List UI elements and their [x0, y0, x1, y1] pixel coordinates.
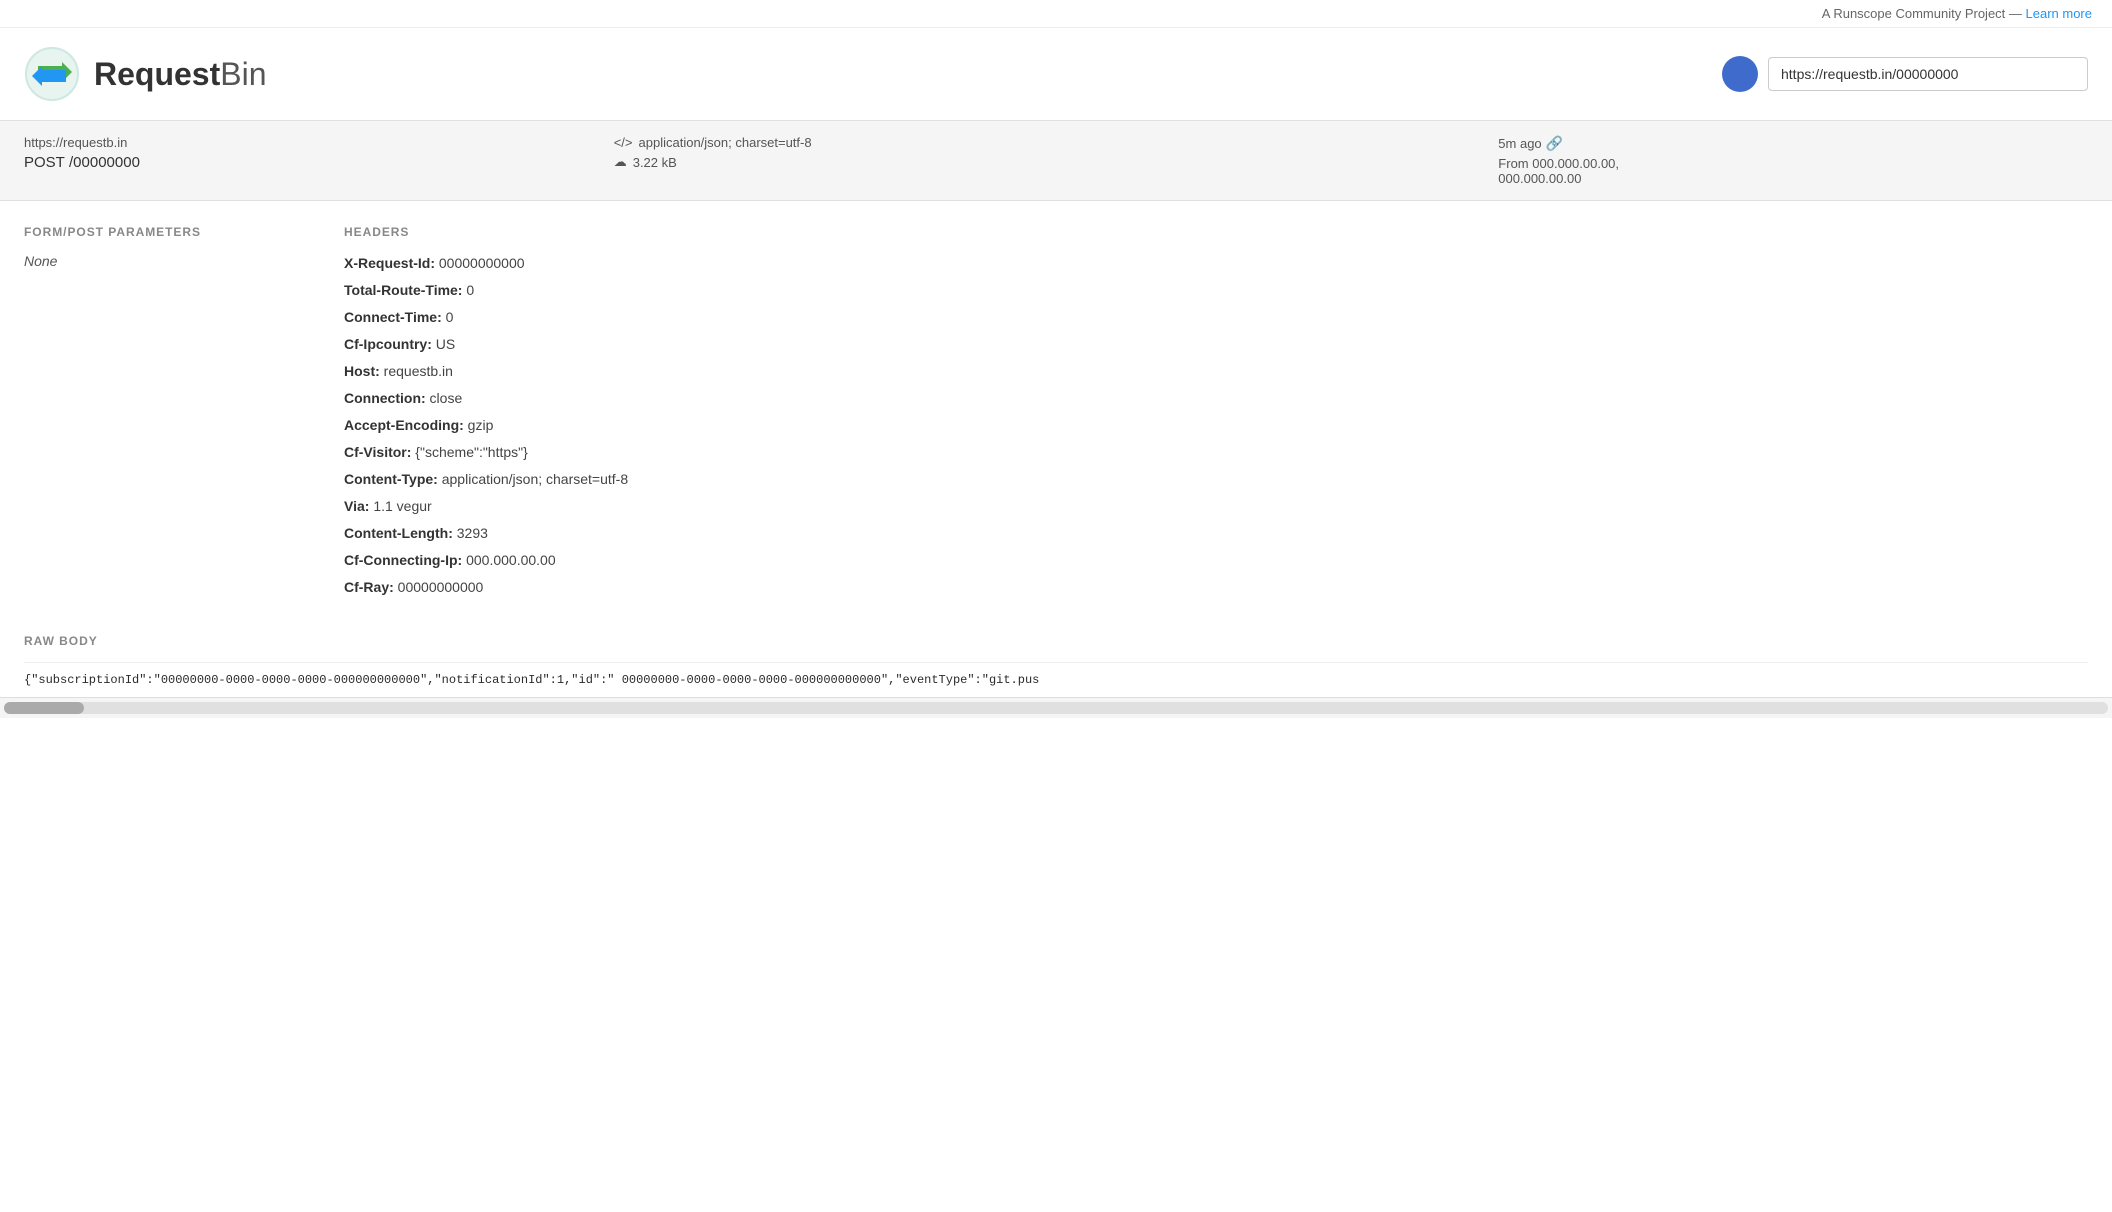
url-input[interactable] — [1768, 57, 2088, 91]
header-item: Total-Route-Time: 0 — [344, 280, 2088, 301]
header-item: Via: 1.1 vegur — [344, 496, 2088, 517]
scrollbar-track[interactable] — [4, 702, 2108, 714]
requestbin-logo-icon — [24, 46, 80, 102]
size-value: 3.22 kB — [633, 155, 677, 170]
header-item: X-Request-Id: 00000000000 — [344, 253, 2088, 274]
size-icon: ☁ — [614, 154, 627, 170]
raw-body-title: RAW BODY — [24, 634, 2088, 648]
size-line: ☁ 3.22 kB — [614, 154, 1499, 170]
request-method-path: POST /00000000 — [24, 154, 614, 171]
logo-text: RequestBin — [94, 56, 267, 93]
header-item: Content-Type: application/json; charset=… — [344, 469, 2088, 490]
top-banner: A Runscope Community Project — Learn mor… — [0, 0, 2112, 28]
from-label: From — [1498, 156, 1528, 171]
request-path: /00000000 — [69, 154, 140, 171]
from-line: From 000.000.00.00, — [1498, 156, 2088, 171]
form-post-col: FORM/POST PARAMETERS None — [24, 225, 304, 604]
logo-area: RequestBin — [24, 46, 267, 102]
request-bar: https://requestb.in POST /00000000 </> a… — [0, 121, 2112, 201]
main-content: FORM/POST PARAMETERS None HEADERS X-Requ… — [0, 201, 2112, 697]
url-indicator-dot — [1722, 56, 1758, 92]
request-content-col: </> application/json; charset=utf-8 ☁ 3.… — [614, 135, 1499, 170]
banner-text: A Runscope Community Project — — [1822, 6, 2026, 21]
headers-title: HEADERS — [344, 225, 2088, 239]
request-time-col: 5m ago 🔗 From 000.000.00.00, 000.000.00.… — [1498, 135, 2088, 186]
header-item: Accept-Encoding: gzip — [344, 415, 2088, 436]
time-ago-value: 5m ago — [1498, 136, 1541, 151]
header-item: Cf-Ray: 00000000000 — [344, 577, 2088, 598]
content-type-value: application/json; charset=utf-8 — [639, 135, 812, 150]
learn-more-link[interactable]: Learn more — [2026, 6, 2092, 21]
horizontal-scrollbar[interactable] — [0, 697, 2112, 718]
from-ip1: 000.000.00.00, — [1532, 156, 1619, 171]
from-ip2: 000.000.00.00 — [1498, 171, 1581, 186]
request-method-col: https://requestb.in POST /00000000 — [24, 135, 614, 171]
link-icon: 🔗 — [1546, 135, 1563, 152]
form-post-title: FORM/POST PARAMETERS — [24, 225, 304, 239]
request-method: POST — [24, 154, 65, 171]
time-ago-line: 5m ago 🔗 — [1498, 135, 2088, 152]
headers-col: HEADERS X-Request-Id: 00000000000 Total-R… — [344, 225, 2088, 604]
header-item: Cf-Visitor: {"scheme":"https"} — [344, 442, 2088, 463]
header-item: Content-Length: 3293 — [344, 523, 2088, 544]
url-bar — [1722, 56, 2088, 92]
header: RequestBin — [0, 28, 2112, 121]
header-item: Connection: close — [344, 388, 2088, 409]
header-item: Connect-Time: 0 — [344, 307, 2088, 328]
header-item: Cf-Connecting-Ip: 000.000.00.00 — [344, 550, 2088, 571]
content-type-line: </> application/json; charset=utf-8 — [614, 135, 1499, 150]
raw-body-section: RAW BODY {"subscriptionId":"00000000-000… — [24, 634, 2088, 697]
header-item: Cf-Ipcountry: US — [344, 334, 2088, 355]
scrollbar-thumb[interactable] — [4, 702, 84, 714]
two-col-layout: FORM/POST PARAMETERS None HEADERS X-Requ… — [24, 225, 2088, 604]
headers-list: X-Request-Id: 00000000000 Total-Route-Tim… — [344, 253, 2088, 598]
raw-body-content[interactable]: {"subscriptionId":"00000000-0000-0000-00… — [24, 662, 2088, 697]
header-item: Host: requestb.in — [344, 361, 2088, 382]
logo-request: Request — [94, 56, 220, 92]
from-line-2: 000.000.00.00 — [1498, 171, 2088, 186]
content-type-icon: </> — [614, 135, 633, 150]
form-post-value: None — [24, 253, 304, 269]
logo-bin: Bin — [220, 56, 266, 92]
request-url: https://requestb.in — [24, 135, 614, 150]
